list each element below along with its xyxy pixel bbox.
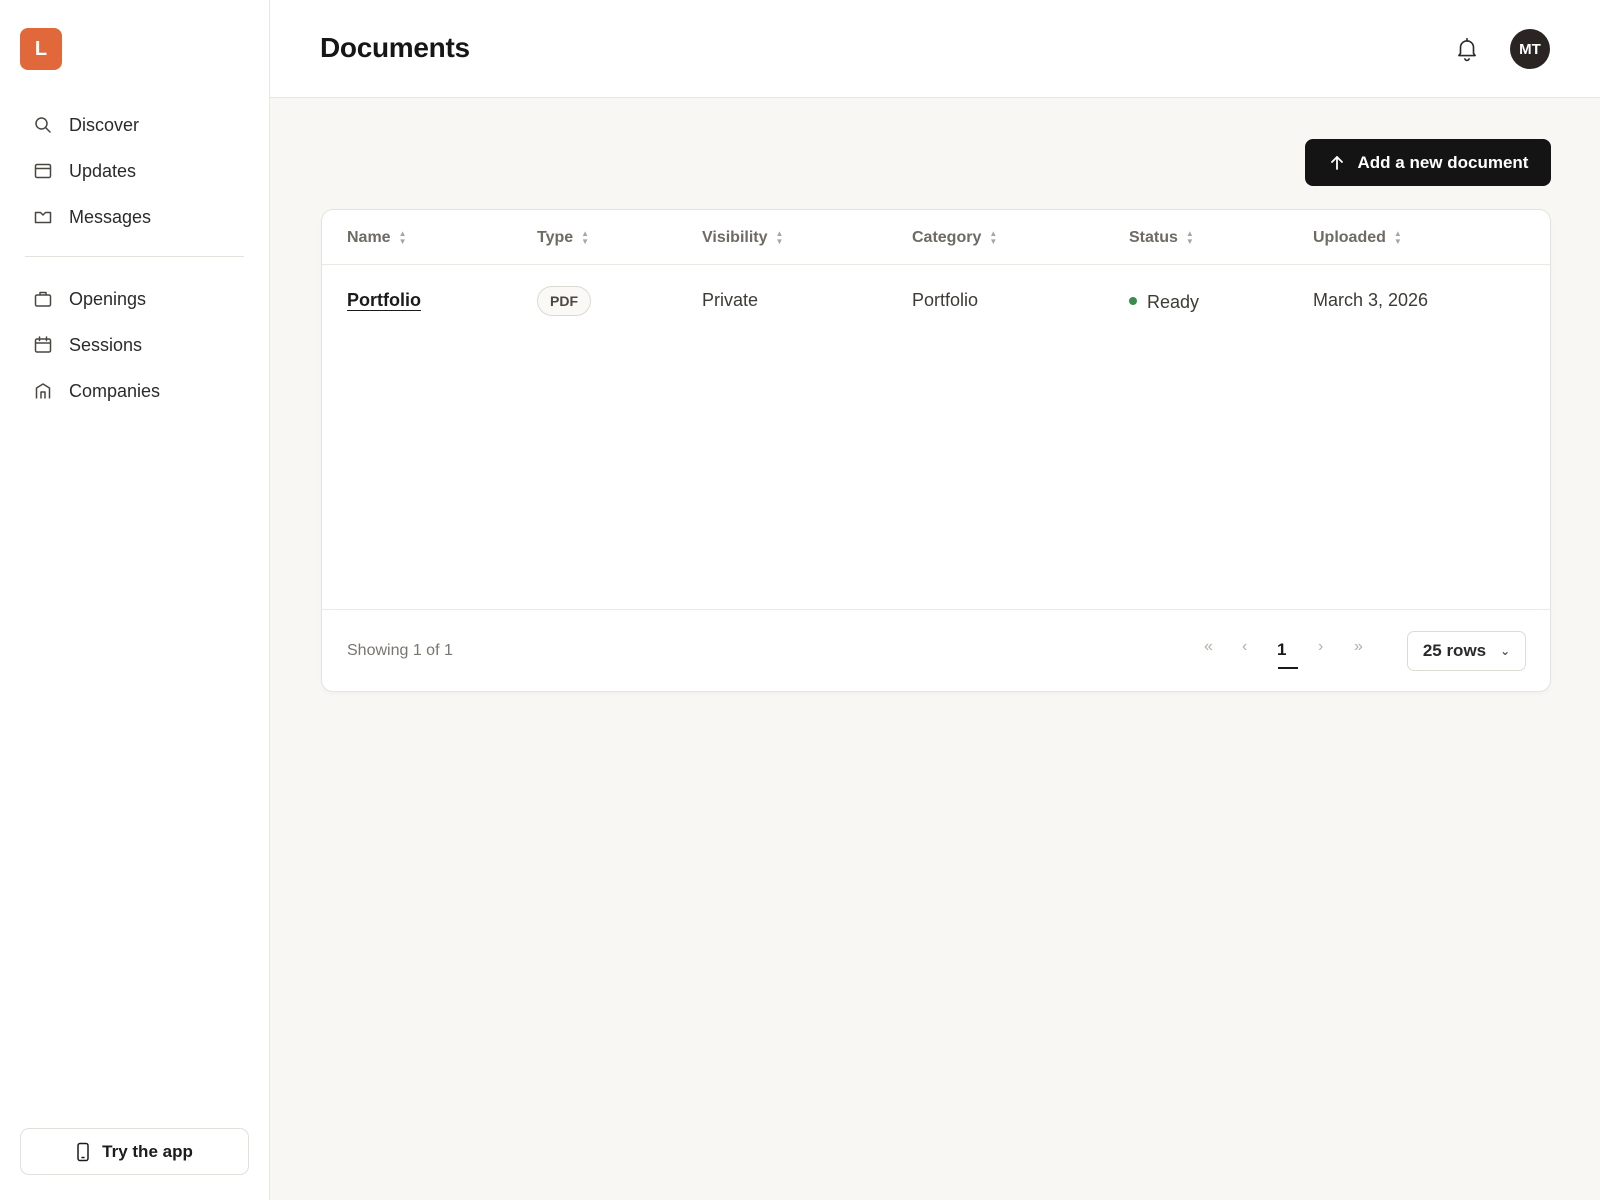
uploaded-cell: March 3, 2026 <box>1313 290 1429 310</box>
secondary-nav: Openings Sessions Companies <box>25 276 245 414</box>
showing-count: Showing 1 of 1 <box>347 642 453 659</box>
sidebar-item-discover[interactable]: Discover <box>25 102 245 148</box>
page-number-current[interactable]: 1 <box>1277 640 1286 660</box>
sidebar-item-label: Openings <box>69 288 147 309</box>
status-cell: Ready <box>1129 292 1199 313</box>
current-page-indicator <box>1278 667 1298 669</box>
avatar[interactable]: MT <box>1510 29 1550 69</box>
top-header: Documents MT <box>270 0 1600 98</box>
app-logo[interactable]: L <box>20 28 62 70</box>
rows-per-page-select[interactable]: 25 rows ⌄ <box>1407 631 1526 671</box>
add-document-button[interactable]: Add a new document <box>1305 139 1551 186</box>
column-label: Visibility <box>702 229 768 246</box>
sidebar-item-companies[interactable]: Companies <box>25 368 245 414</box>
sidebar-item-messages[interactable]: Messages <box>25 194 245 240</box>
sidebar-item-label: Messages <box>69 206 152 227</box>
status-dot <box>1129 297 1137 306</box>
avatar-initials: MT <box>1519 40 1541 58</box>
column-header-status[interactable]: Status ▲ ▼ <box>1129 229 1194 247</box>
sidebar-item-sessions[interactable]: Sessions <box>25 322 245 368</box>
briefcase-icon <box>34 291 52 307</box>
first-page-button[interactable]: « <box>1204 638 1213 656</box>
chevron-down-icon: ⌄ <box>1500 644 1511 658</box>
sidebar-item-updates[interactable]: Updates <box>25 148 245 194</box>
sort-icon: ▲ ▼ <box>581 229 590 246</box>
envelope-icon <box>34 211 52 224</box>
building-icon <box>35 383 51 399</box>
next-page-button[interactable]: › <box>1318 638 1323 656</box>
sort-icon: ▲ ▼ <box>1185 229 1194 246</box>
column-label: Category <box>912 229 982 246</box>
try-app-label: Try the app <box>102 1141 193 1161</box>
last-page-button[interactable]: » <box>1354 638 1363 656</box>
table-footer: Showing 1 of 1 « ‹ 1 › » 25 rows ⌄ <box>322 609 1550 691</box>
logo-letter: L <box>34 37 48 60</box>
bell-icon <box>1458 37 1476 62</box>
column-header-category[interactable]: Category ▲ ▼ <box>912 229 997 247</box>
column-label: Name <box>347 229 391 246</box>
table-row: Portfolio PDF Private Portfolio Ready Ma… <box>322 266 1550 334</box>
page-title: Documents <box>320 32 470 63</box>
mobile-phone-icon <box>77 1142 89 1161</box>
column-header-visibility[interactable]: Visibility ▲ ▼ <box>702 229 783 247</box>
notifications-button[interactable] <box>1454 36 1480 62</box>
sort-icon: ▲ ▼ <box>775 229 784 246</box>
try-app-button[interactable]: Try the app <box>20 1128 249 1175</box>
category-cell: Portfolio <box>912 290 979 310</box>
column-label: Uploaded <box>1313 229 1386 246</box>
sidebar-item-label: Discover <box>69 114 140 135</box>
column-label: Status <box>1129 229 1178 246</box>
nav-divider <box>25 256 244 257</box>
column-header-name[interactable]: Name ▲ ▼ <box>347 229 407 247</box>
arrow-up-icon <box>1330 155 1343 170</box>
sort-icon: ▲ ▼ <box>398 229 407 246</box>
type-badge: PDF <box>537 286 591 316</box>
documents-table: Name ▲ ▼ Type ▲ ▼ Visibility ▲ ▼ Category ▲… <box>321 209 1551 692</box>
add-document-label: Add a new document <box>1357 152 1529 172</box>
search-icon <box>35 117 51 133</box>
column-label: Type <box>537 229 574 246</box>
sidebar-item-label: Updates <box>69 160 137 181</box>
window-icon <box>34 163 52 179</box>
sidebar-item-label: Sessions <box>69 334 143 355</box>
primary-nav: Discover Updates Messages <box>25 102 245 240</box>
column-header-type[interactable]: Type ▲ ▼ <box>537 229 589 247</box>
sidebar: L Discover Updates Messages Openings Ses… <box>0 0 270 1200</box>
sidebar-item-label: Companies <box>69 380 161 401</box>
visibility-cell: Private <box>702 290 759 310</box>
sidebar-item-openings[interactable]: Openings <box>25 276 245 322</box>
document-name-link[interactable]: Portfolio <box>347 290 421 311</box>
sort-icon: ▲ ▼ <box>989 229 998 246</box>
table-header: Name ▲ ▼ Type ▲ ▼ Visibility ▲ ▼ Category ▲… <box>322 210 1550 265</box>
sort-icon: ▲ ▼ <box>1393 229 1402 246</box>
rows-per-page-value: 25 rows <box>1422 641 1487 660</box>
prev-page-button[interactable]: ‹ <box>1242 638 1247 656</box>
column-header-uploaded[interactable]: Uploaded ▲ ▼ <box>1313 229 1402 247</box>
status-label: Ready <box>1147 292 1200 312</box>
calendar-icon <box>34 336 52 353</box>
